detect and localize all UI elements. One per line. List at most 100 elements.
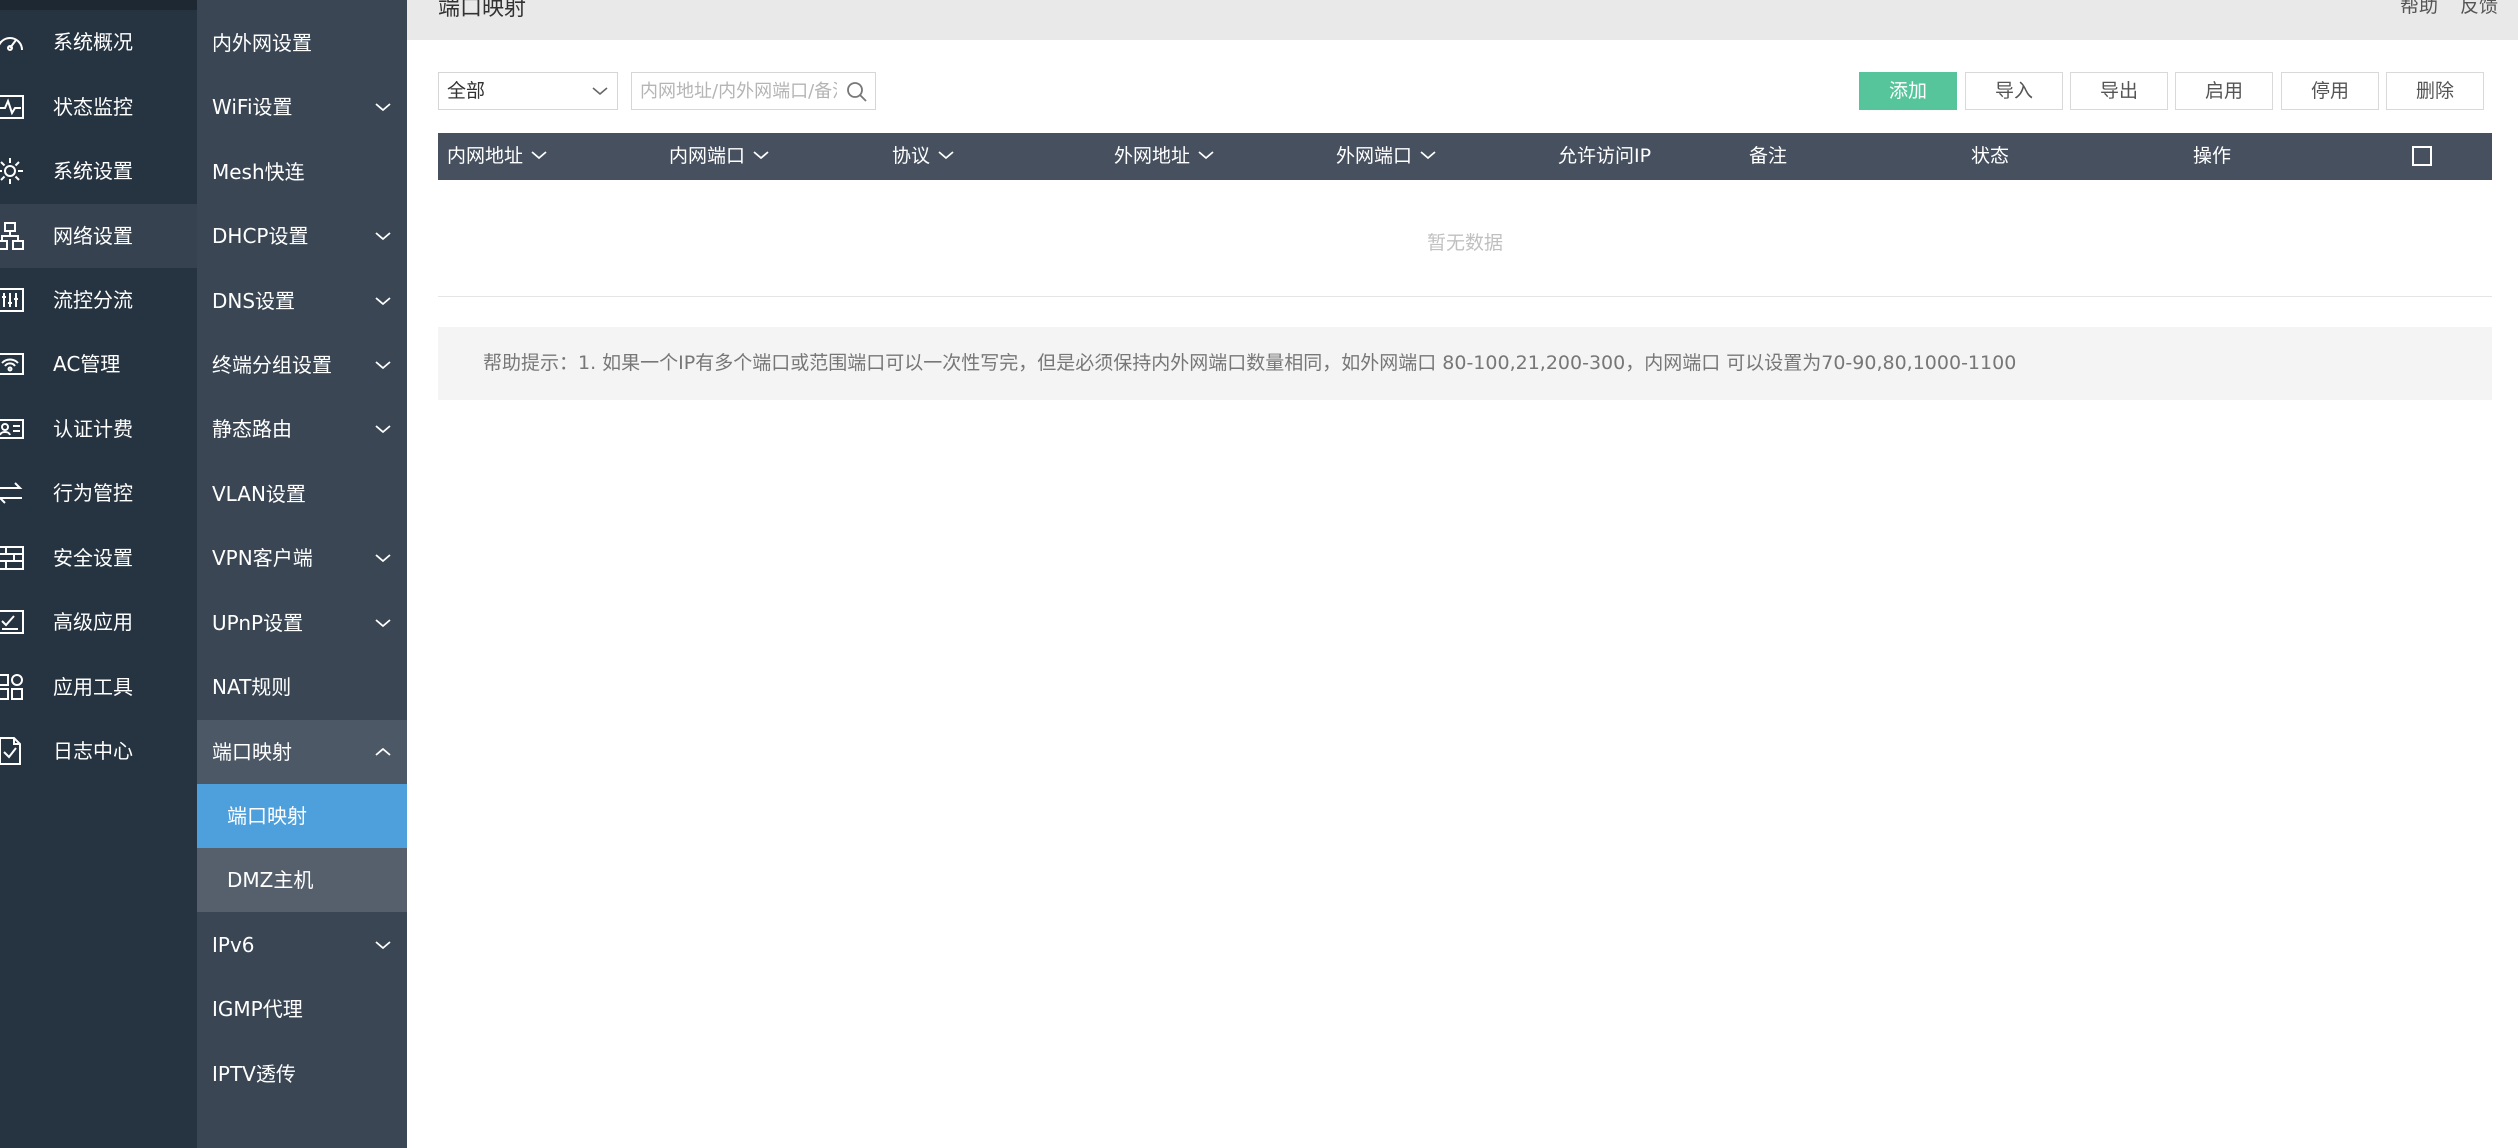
column-header-remark: 备注	[1749, 145, 1788, 167]
subnav-subitem-port-mapping[interactable]: 端口映射	[197, 784, 407, 848]
subnav-item-label: 终端分组设置	[212, 353, 332, 377]
column-header-wan-port[interactable]: 外网端口	[1336, 133, 1438, 180]
subnav-item-label: WiFi设置	[212, 95, 293, 119]
arrows-icon	[0, 477, 26, 509]
delete-button[interactable]: 删除	[2386, 72, 2484, 110]
nav-item-traffic-control[interactable]: 流控分流	[0, 268, 197, 332]
filter-select-value: 全部	[447, 80, 486, 102]
subnav-item-vpn-client[interactable]: VPN客户端	[197, 526, 407, 590]
nav-item-label: 行为管控	[53, 481, 133, 505]
sliders-icon	[0, 284, 26, 316]
chevron-down-icon	[751, 145, 771, 165]
export-button[interactable]: 导出	[2070, 72, 2168, 110]
subnav-item-label: IPTV透传	[212, 1062, 296, 1086]
nav-item-label: 应用工具	[53, 675, 133, 699]
nav-item-label: 网络设置	[53, 224, 133, 248]
subnav-item-nat-rules[interactable]: NAT规则	[197, 655, 407, 719]
nav-item-label: 流控分流	[53, 288, 133, 312]
checklist-icon	[0, 606, 26, 638]
column-header-actions: 操作	[2193, 145, 2232, 167]
nav-item-ac-management[interactable]: AC管理	[0, 332, 197, 396]
feedback-link[interactable]: 反馈	[2460, 0, 2498, 18]
nav-item-system-overview[interactable]: 系统概况	[0, 10, 197, 74]
nav-item-status-monitor[interactable]: 状态监控	[0, 75, 197, 139]
chevron-down-icon	[936, 145, 956, 165]
subnav-item-dhcp[interactable]: DHCP设置	[197, 204, 407, 268]
disable-button[interactable]: 停用	[2281, 72, 2379, 110]
subnav-item-label: 端口映射	[212, 740, 292, 764]
subnav-item-mesh[interactable]: Mesh快连	[197, 140, 407, 204]
apps-icon	[0, 671, 26, 703]
subnav-item-wan-lan[interactable]: 内外网设置	[197, 11, 407, 75]
help-link[interactable]: 帮助	[2400, 0, 2438, 18]
wifi-icon	[0, 348, 26, 380]
nav-item-label: 状态监控	[53, 95, 133, 119]
search-box	[631, 72, 876, 110]
help-tip: 帮助提示：1. 如果一个IP有多个端口或范围端口可以一次性写完，但是必须保持内外…	[438, 327, 2492, 400]
column-header-label: 内网地址	[447, 145, 524, 167]
sidebar-top-bar	[0, 0, 197, 10]
subnav-subitem-dmz-host[interactable]: DMZ主机	[197, 848, 407, 912]
select-all-checkbox[interactable]	[2412, 146, 2432, 166]
subnav-item-label: DHCP设置	[212, 224, 309, 248]
nav-item-app-tools[interactable]: 应用工具	[0, 655, 197, 719]
subnav-item-igmp-proxy[interactable]: IGMP代理	[197, 977, 407, 1041]
nav-item-advanced-apps[interactable]: 高级应用	[0, 590, 197, 654]
firewall-icon	[0, 542, 26, 574]
chevron-down-icon	[373, 97, 393, 117]
table-header: 内网地址 内网端口 协议 外网地址 外网端口 允许访问IP 备注 状态 操作	[438, 133, 2492, 180]
subnav-item-label: DMZ主机	[227, 868, 314, 892]
search-icon[interactable]	[845, 80, 869, 104]
filter-select[interactable]: 全部	[438, 72, 618, 110]
id-card-icon	[0, 413, 26, 445]
subnav-item-wifi[interactable]: WiFi设置	[197, 75, 407, 139]
column-header-protocol[interactable]: 协议	[892, 133, 956, 180]
nav-item-security-settings[interactable]: 安全设置	[0, 526, 197, 590]
chevron-down-icon	[373, 291, 393, 311]
chevron-down-icon	[1196, 145, 1216, 165]
nav-item-log-center[interactable]: 日志中心	[0, 719, 197, 783]
subnav-item-iptv[interactable]: IPTV透传	[197, 1042, 407, 1106]
nav-item-auth-billing[interactable]: 认证计费	[0, 397, 197, 461]
chevron-down-icon	[373, 355, 393, 375]
subnav-item-dns[interactable]: DNS设置	[197, 269, 407, 333]
subnav-item-static-route[interactable]: 静态路由	[197, 397, 407, 461]
log-icon	[0, 735, 26, 767]
subnav-item-ipv6[interactable]: IPv6	[197, 913, 407, 977]
subnav-item-label: VPN客户端	[212, 546, 313, 570]
import-button[interactable]: 导入	[1965, 72, 2063, 110]
subnav-item-upnp[interactable]: UPnP设置	[197, 591, 407, 655]
main-content: 端口映射 帮助 反馈 全部 添加 导入 导出 启用 停用 删除 内网地址 内网端…	[407, 0, 2518, 1148]
chevron-down-icon	[591, 82, 609, 100]
chevron-down-icon	[529, 145, 549, 165]
search-input[interactable]	[632, 73, 837, 109]
nav-item-label: 系统概况	[53, 30, 133, 54]
divider	[438, 296, 2492, 297]
nav-item-system-settings[interactable]: 系统设置	[0, 139, 197, 203]
enable-button[interactable]: 启用	[2175, 72, 2273, 110]
subnav-item-port-mapping[interactable]: 端口映射	[197, 720, 407, 784]
column-header-allowed-ip: 允许访问IP	[1558, 145, 1652, 167]
secondary-sidebar: 内外网设置 WiFi设置 Mesh快连 DHCP设置 DNS设置 终端分组设置 …	[197, 0, 407, 1148]
page-header: 端口映射 帮助 反馈	[407, 0, 2518, 40]
chevron-down-icon	[373, 226, 393, 246]
column-header-lan-port[interactable]: 内网端口	[669, 133, 771, 180]
subnav-item-vlan[interactable]: VLAN设置	[197, 462, 407, 526]
nav-item-network-settings[interactable]: 网络设置	[0, 204, 197, 268]
subnav-item-terminal-groups[interactable]: 终端分组设置	[197, 333, 407, 397]
nav-item-label: 高级应用	[53, 610, 133, 634]
chevron-down-icon	[373, 613, 393, 633]
column-header-label: 外网地址	[1114, 145, 1191, 167]
subnav-item-label: Mesh快连	[212, 160, 305, 184]
subnav-item-label: 静态路由	[212, 417, 292, 441]
subnav-item-label: NAT规则	[212, 675, 292, 699]
column-header-label: 内网端口	[669, 145, 746, 167]
column-header-label: 外网端口	[1336, 145, 1413, 167]
add-button[interactable]: 添加	[1859, 72, 1957, 110]
column-header-lan-address[interactable]: 内网地址	[447, 133, 549, 180]
column-header-wan-address[interactable]: 外网地址	[1114, 133, 1216, 180]
chevron-up-icon	[373, 742, 393, 762]
nav-item-behavior-control[interactable]: 行为管控	[0, 461, 197, 525]
subnav-item-label: 内外网设置	[212, 31, 312, 55]
subnav-item-label: IGMP代理	[212, 997, 303, 1021]
